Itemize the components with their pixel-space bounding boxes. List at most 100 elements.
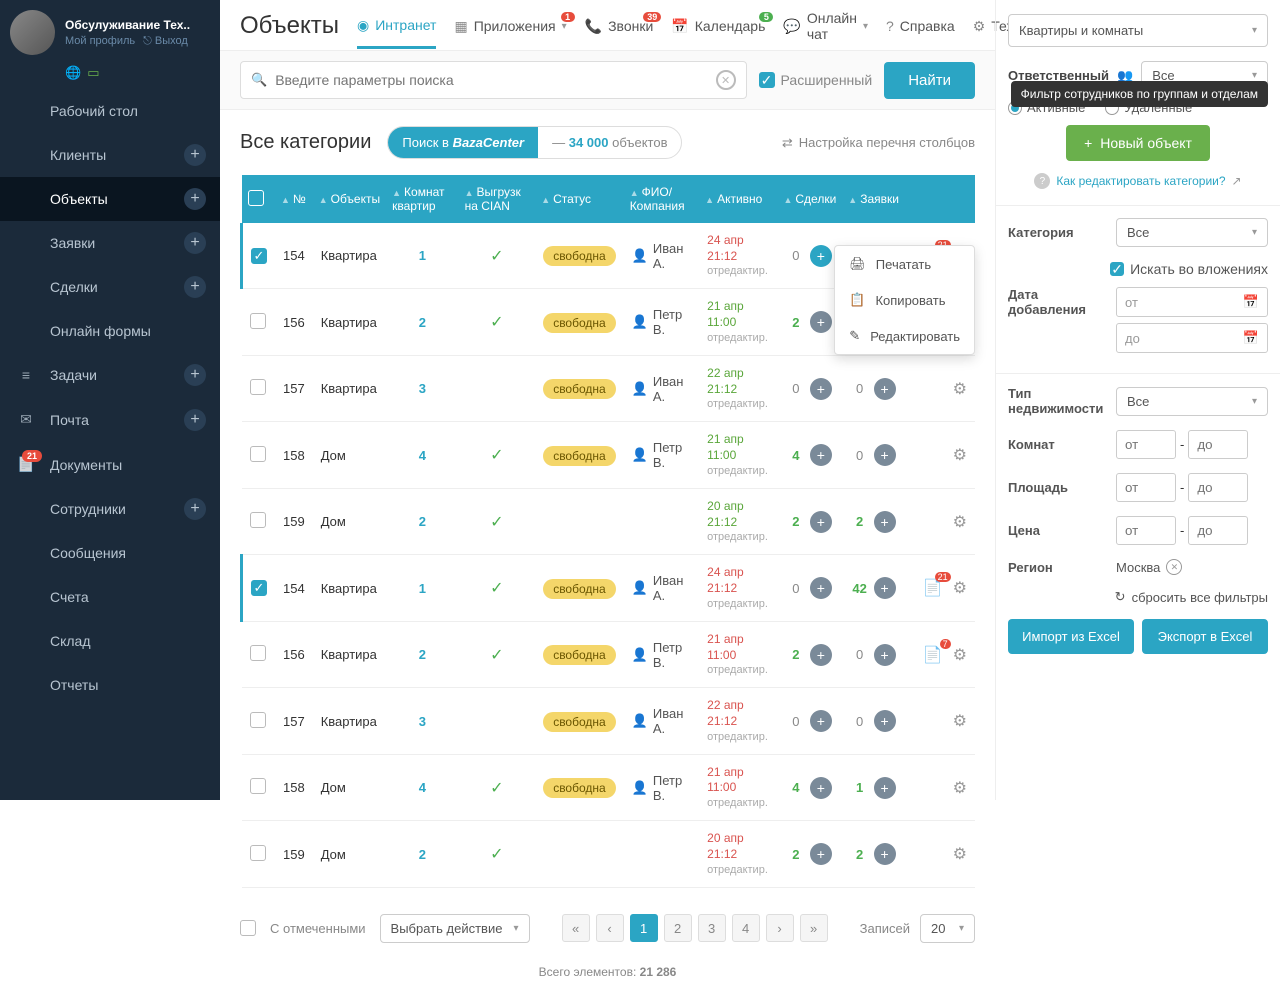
fio[interactable]: 👤Иван А. [632,706,691,736]
row-check[interactable] [250,313,266,329]
nav-item-Склад[interactable]: Склад [0,619,220,663]
fio[interactable]: 👤Петр В. [632,640,691,670]
fio[interactable]: 👤Иван А. [632,374,691,404]
gear-icon[interactable]: ⚙ [953,578,967,598]
collapse-panel[interactable]: › [995,10,996,58]
help-link[interactable]: ? Как редактировать категории? ↗ [1008,173,1268,189]
add-deal[interactable]: + [810,511,832,533]
add-req[interactable]: + [874,378,896,400]
ctx-Редактировать[interactable]: ✎Редактировать [835,318,974,354]
globe-icon[interactable]: 🌐 [65,65,81,81]
export-button[interactable]: Экспорт в Excel [1142,619,1268,654]
row-check[interactable]: ✓ [251,580,267,596]
rooms-link[interactable]: 2 [394,847,450,862]
page-next[interactable]: › [766,914,794,942]
add-deal[interactable]: + [810,843,832,865]
row-check[interactable] [250,446,266,462]
per-page-select[interactable]: 20▾ [920,914,975,943]
check-all-header[interactable] [248,190,264,206]
category-select[interactable]: Квартиры и комнаты▾ [1008,14,1268,47]
my-profile-link[interactable]: Мой профиль [65,35,135,48]
gear-icon[interactable]: ⚙ [953,844,967,864]
bazacenter-pill[interactable]: Поиск в BazaCenter — 34 000 объектов [387,126,682,159]
plus-icon[interactable]: + [184,232,206,254]
plus-icon[interactable]: + [184,498,206,520]
rooms-link[interactable]: 3 [394,381,450,396]
row-check[interactable] [250,645,266,661]
rooms-link[interactable]: 4 [394,780,450,795]
plus-icon[interactable]: + [184,364,206,386]
reset-filters[interactable]: ↻сбросить все фильтры [1008,589,1268,605]
col-5[interactable]: ▲ФИО/ Компания [624,175,699,223]
nav-item-Документы[interactable]: 📄Документы21 [0,442,220,487]
rooms-from[interactable] [1116,430,1176,459]
top-Справка[interactable]: ?Справка [886,18,955,34]
fio[interactable]: 👤Петр В. [632,440,691,470]
top-Онлайн чат[interactable]: 💬Онлайн чат▾ [783,10,868,42]
page-prev[interactable]: ‹ [596,914,624,942]
nav-item-Почта[interactable]: ✉Почта+ [0,397,220,442]
nav-item-Рабочий стол[interactable]: Рабочий стол [0,89,220,133]
import-button[interactable]: Импорт из Excel [1008,619,1134,654]
nav-item-Сообщения[interactable]: Сообщения [0,531,220,575]
rooms-link[interactable]: 4 [394,448,450,463]
col-2[interactable]: ▲Комнат квартир [386,175,458,223]
close-icon[interactable]: ✕ [1166,559,1182,575]
date-to[interactable]: до📅 [1116,323,1268,353]
plus-icon[interactable]: + [184,276,206,298]
folder-icon[interactable]: ▭ [87,65,99,81]
col-1[interactable]: ▲Объекты [313,175,386,223]
top-Календарь[interactable]: 📅Календарь5 [671,18,765,35]
new-object-button[interactable]: +Новый объект [1066,125,1210,161]
top-Приложения[interactable]: ▦Приложения1▾ [454,18,566,35]
region-tag[interactable]: Москва✕ [1116,559,1268,575]
add-deal[interactable]: + [810,577,832,599]
clear-icon[interactable]: ✕ [716,70,736,90]
ctx-Копировать[interactable]: 📋Копировать [835,282,974,318]
plus-icon[interactable]: + [184,188,206,210]
add-req[interactable]: + [874,511,896,533]
col-0[interactable]: ▲№ [275,175,313,223]
bulk-action-select[interactable]: Выбрать действие▾ [380,914,530,943]
page-last[interactable]: » [800,914,828,942]
nav-item-Счета[interactable]: Счета [0,575,220,619]
advanced-check[interactable]: ✓ Расширенный [759,72,873,88]
columns-settings[interactable]: ⇄ Настройка перечня столбцов [782,135,975,151]
fio[interactable]: 👤Иван А. [632,573,691,603]
doc-icon[interactable]: 📄7 [923,645,943,665]
add-req[interactable]: + [874,644,896,666]
add-deal[interactable]: + [810,777,832,799]
page-1[interactable]: 1 [630,914,658,942]
rooms-link[interactable]: 2 [394,315,450,330]
nav-item-Сделки[interactable]: Сделки+ [0,265,220,309]
fio[interactable]: 👤Иван А. [632,241,691,271]
rooms-link[interactable]: 1 [394,581,450,596]
row-check[interactable] [250,845,266,861]
row-check[interactable] [250,512,266,528]
avatar[interactable] [10,10,55,55]
page-4[interactable]: 4 [732,914,760,942]
col-6[interactable]: ▲Активно [699,175,777,223]
gear-icon[interactable]: ⚙ [953,379,967,399]
fio[interactable]: 👤Петр В. [632,307,691,337]
check-all[interactable] [240,920,256,936]
nav-item-Объекты[interactable]: Объекты+ [0,177,220,221]
gear-icon[interactable]: ⚙ [953,645,967,665]
gear-icon[interactable]: ⚙ [953,778,967,798]
plus-icon[interactable]: + [184,409,206,431]
add-req[interactable]: + [874,843,896,865]
add-req[interactable]: + [874,777,896,799]
top-Звонки[interactable]: 📞Звонки39 [585,18,654,35]
add-req[interactable]: + [874,710,896,732]
rooms-link[interactable]: 2 [394,514,450,529]
type-select[interactable]: Все▾ [1116,387,1268,416]
ctx-Печатать[interactable]: 🖨Печатать [835,246,974,282]
price-from[interactable] [1116,516,1176,545]
gear-icon[interactable]: ⚙ [953,445,967,465]
search-nested-check[interactable]: ✓Искать во вложениях [1110,261,1268,277]
col-7[interactable]: ▲Сделки [777,175,842,223]
rooms-link[interactable]: 1 [394,248,450,263]
area-from[interactable] [1116,473,1176,502]
col-3[interactable]: ▲Выгрузк на CIAN [459,175,536,223]
row-check[interactable] [250,379,266,395]
